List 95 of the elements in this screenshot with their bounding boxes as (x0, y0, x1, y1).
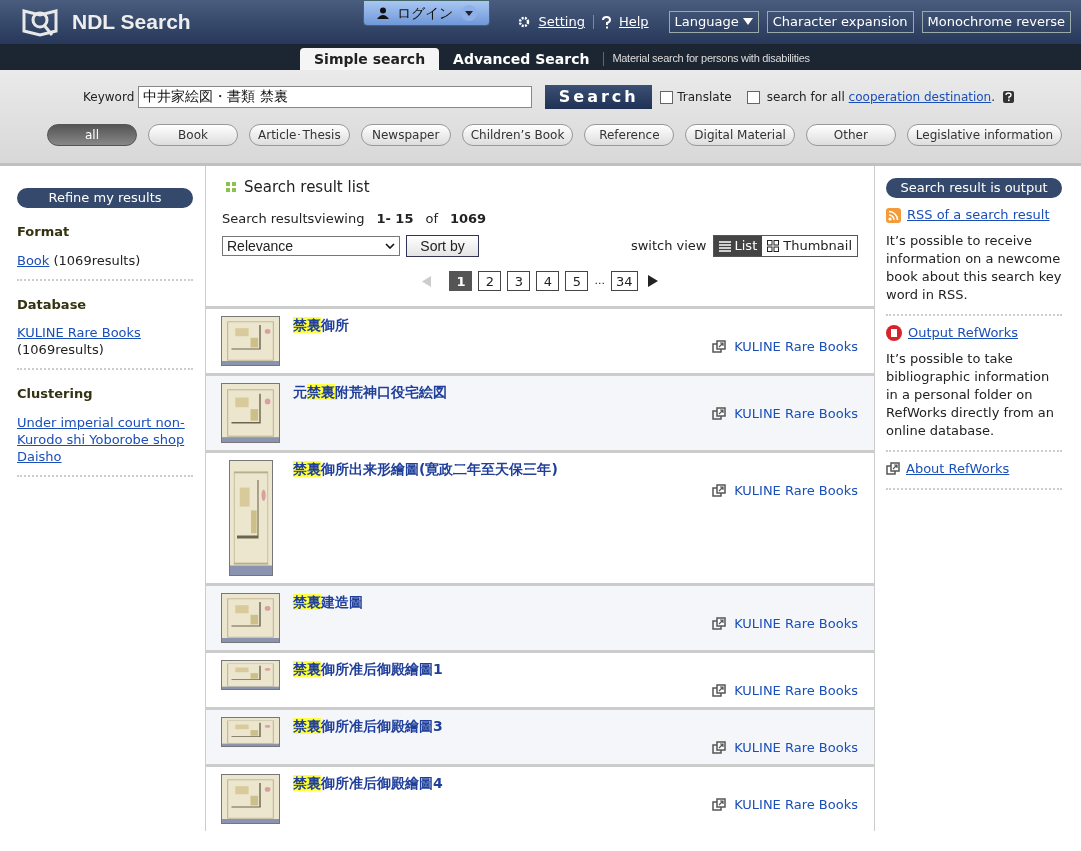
page-link[interactable]: 4 (536, 271, 560, 291)
category-filter[interactable]: Children’s Book (461, 124, 574, 146)
caret-icon (742, 18, 753, 26)
source-link[interactable]: KULINE Rare Books (734, 405, 858, 423)
result-title-link[interactable]: 禁裏御所准后御殿繪圖4 (293, 774, 858, 792)
results-total: 1069 (450, 209, 487, 228)
search-tab[interactable]: Simple search (300, 48, 440, 70)
next-arrow-icon (647, 275, 658, 287)
result-title-link[interactable]: 禁裏御所准后御殿繪圖3 (293, 717, 858, 735)
translate-label: Translate (677, 89, 732, 106)
facet-heading: Format (17, 223, 71, 241)
source-link[interactable]: KULINE Rare Books (734, 796, 858, 814)
result-title-link[interactable]: 禁裏御所准后御殿繪圖1 (293, 660, 858, 678)
document-icon (886, 325, 902, 341)
output-heading: Search result is output (886, 178, 1062, 198)
search-button[interactable]: Search (545, 85, 653, 109)
facet-count: (1069results) (17, 342, 104, 357)
accessibility-link[interactable]: Material search for persons with disabilities (612, 49, 810, 66)
source-link[interactable]: KULINE Rare Books (734, 338, 858, 356)
keyword-field[interactable]: 中井家絵図・書類 禁裏 (138, 86, 533, 108)
refine-heading: Refine my results (17, 188, 193, 208)
rss-icon (886, 207, 901, 223)
switch-view-label: switch view (630, 237, 707, 256)
output-link[interactable]: RSS of a search result (907, 206, 1050, 224)
result-title-link[interactable]: 禁裏御所 (293, 316, 858, 334)
sort-button[interactable]: Sort by (406, 235, 479, 257)
facet-link[interactable]: Book (17, 252, 50, 268)
list-icon (718, 240, 731, 252)
help-icon (1003, 91, 1015, 103)
facet-count: (1069results) (52, 252, 141, 268)
external-link-icon (886, 462, 900, 476)
category-filter[interactable]: Newspaper (360, 124, 451, 146)
help-link[interactable]: Help (618, 12, 649, 32)
logo-text: NDL Search (72, 9, 191, 36)
pagination-ellipsis: ... (594, 272, 605, 289)
page-link[interactable]: 34 (610, 271, 638, 291)
chevron-icon (385, 243, 395, 249)
page-link[interactable]: 3 (507, 271, 531, 291)
output-description: It’s possible to take bibliographic information in a personal folder on RefWorks directly from an online database. (886, 350, 1056, 440)
header-button[interactable]: Monochrome reverse (921, 11, 1071, 33)
source-link[interactable]: KULINE Rare Books (734, 739, 858, 757)
external-link-icon (712, 340, 727, 354)
category-filter[interactable]: Article･Thesis (249, 124, 350, 146)
category-filter[interactable]: Digital Material (685, 124, 795, 146)
login-button[interactable]: ログイン (363, 0, 490, 26)
header-button[interactable]: Character expansion (766, 11, 914, 33)
caret-icon (460, 5, 477, 21)
external-link-icon (712, 407, 727, 421)
source-link[interactable]: KULINE Rare Books (734, 615, 858, 633)
cooperation-link[interactable]: cooperation destination (848, 90, 992, 104)
sort-select[interactable]: Relevance (222, 236, 400, 256)
external-link-icon (712, 798, 727, 812)
translate-checkbox[interactable] (660, 90, 674, 104)
output-description: It’s possible to receive information on a newcome book about this search key word in RSS. (886, 232, 1062, 304)
cooperation-checkbox[interactable] (746, 90, 760, 104)
grid-icon (226, 182, 236, 193)
external-link-icon (712, 617, 727, 631)
output-link[interactable]: Output RefWorks (908, 324, 1018, 342)
view-toggle[interactable]: List (713, 236, 763, 256)
results-title: Search result list (244, 177, 370, 198)
source-link[interactable]: KULINE Rare Books (734, 682, 858, 700)
facet-heading: Database (17, 295, 88, 314)
grid-icon (767, 240, 780, 252)
cooperation-text: search for all cooperation destination. (766, 89, 996, 106)
result-title-link[interactable]: 元禁裏附荒神口役宅絵図 (293, 383, 858, 401)
facet-link[interactable]: Under imperial court non-Kurodo shi Yoborobe shop Daisho (17, 413, 193, 465)
facet-link[interactable]: KULINE Rare Books (17, 325, 141, 340)
external-link-icon (712, 684, 727, 698)
category-filter[interactable]: Reference (584, 124, 675, 146)
keyword-label: Keyword (83, 89, 135, 106)
help-icon (601, 15, 611, 29)
category-filter[interactable]: Book (148, 124, 238, 146)
external-link-icon (712, 484, 727, 498)
category-filter[interactable]: all (47, 124, 137, 146)
page-link[interactable]: 2 (478, 271, 502, 291)
results-range: 1- 15 (376, 209, 414, 228)
facet-heading: Clustering (17, 385, 94, 403)
search-tab[interactable]: Advanced Search (439, 48, 604, 70)
page-link[interactable]: 1 (449, 271, 473, 291)
page-link[interactable]: 5 (565, 271, 589, 291)
settings-icon (518, 16, 531, 28)
output-link[interactable]: About RefWorks (906, 460, 1010, 478)
results-summary-label: Search resultsviewing (222, 209, 365, 228)
category-filter[interactable]: Legislative information (906, 124, 1063, 146)
results-of: of (425, 209, 438, 228)
external-link-icon (712, 741, 727, 755)
result-title-link[interactable]: 禁裏建造圖 (293, 593, 858, 611)
language-dropdown[interactable]: Language (668, 11, 759, 33)
previous-arrow-icon (422, 275, 432, 287)
source-link[interactable]: KULINE Rare Books (734, 482, 858, 500)
result-title-link[interactable]: 禁裏御所出来形繪圖(寛政二年至天保三年) (293, 460, 858, 478)
user-icon (376, 7, 389, 19)
category-filter[interactable]: Other (805, 124, 896, 146)
setting-link[interactable]: Setting (538, 12, 585, 32)
logo-icon (22, 7, 60, 37)
